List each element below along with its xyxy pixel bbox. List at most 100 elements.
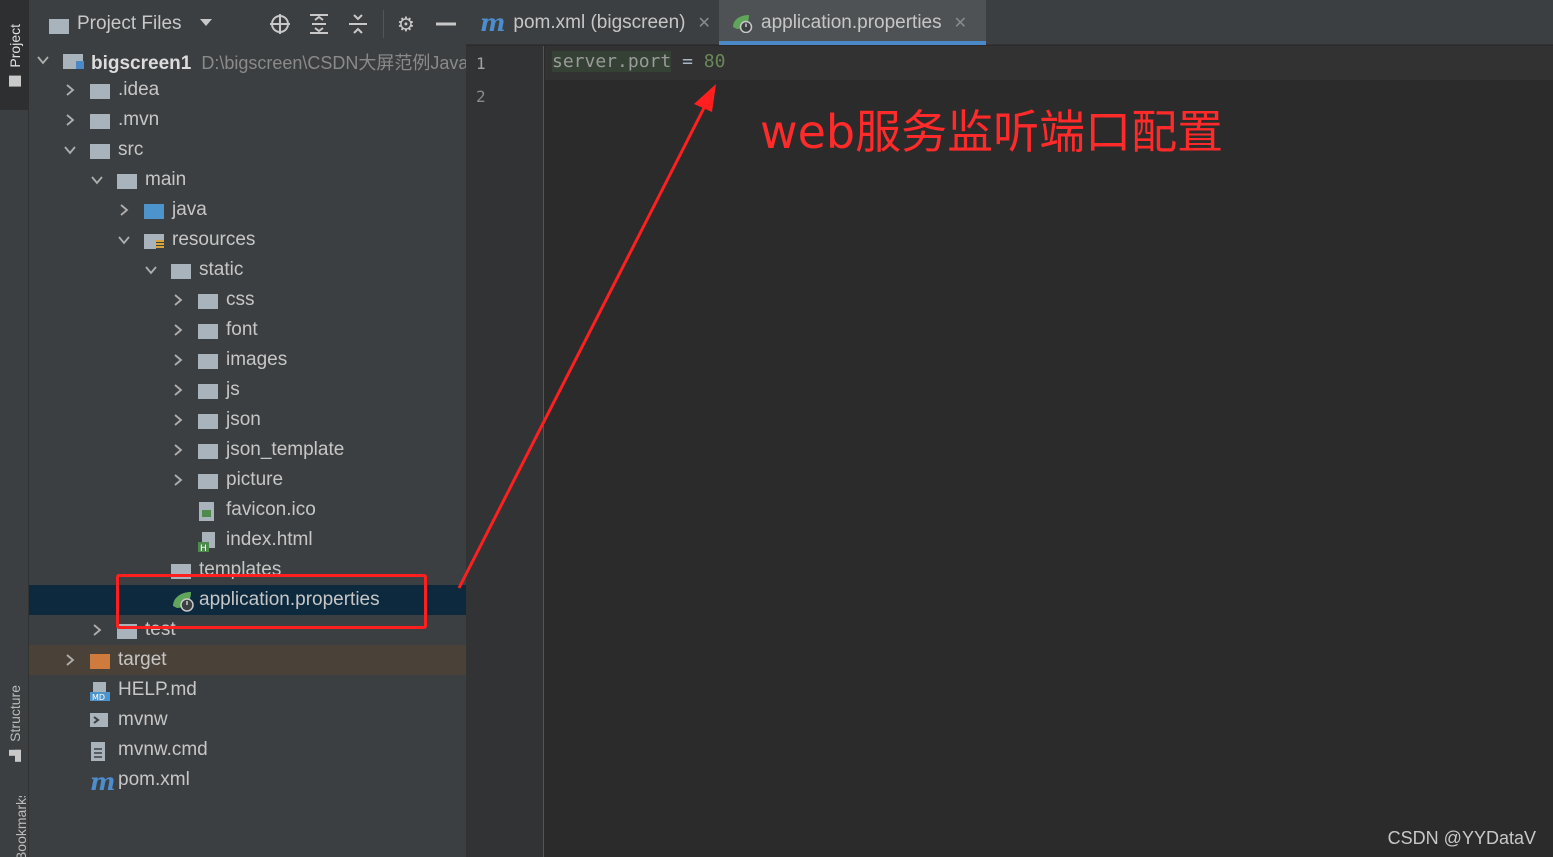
tree-item-label: mvnw <box>118 709 168 730</box>
terminal-file-icon <box>90 712 110 729</box>
spring-icon <box>731 13 753 33</box>
structure-icon <box>8 749 21 762</box>
tree-item-mvnw-cmd[interactable]: mvnw.cmd <box>29 735 466 765</box>
tree-item-label: resources <box>172 229 256 250</box>
editor-tab-bar: m pom.xml (bigscreen) ✕ application.prop… <box>466 0 1553 45</box>
text-file-icon <box>90 742 110 761</box>
tree-root-row[interactable]: bigscreen1 D:\bigscreen\CSDN大屏范例Java <box>29 45 466 75</box>
chevron-right-icon[interactable] <box>171 323 185 337</box>
tree-item-label: target <box>118 649 167 670</box>
tree-item-json[interactable]: json <box>29 405 466 435</box>
chevron-right-icon[interactable] <box>171 383 185 397</box>
tree-item-pom-xml[interactable]: m pom.xml <box>29 765 466 796</box>
tree-item-label: picture <box>226 469 284 490</box>
tree-item-label: css <box>226 289 255 310</box>
collapse-all-icon[interactable] <box>346 12 370 36</box>
editor-gutter: 1 2 <box>466 46 544 857</box>
tree-item-resources[interactable]: resources <box>29 225 466 255</box>
tree-item-target[interactable]: target <box>29 645 466 675</box>
tree-item-main[interactable]: main <box>29 165 466 195</box>
tree-item-css[interactable]: css <box>29 285 466 315</box>
tree-item-favicon-ico[interactable]: favicon.ico <box>29 495 466 525</box>
tab-pom-xml[interactable]: m pom.xml (bigscreen) ✕ <box>466 0 718 45</box>
code-line-1[interactable]: server.port = 80 <box>552 51 725 72</box>
chevron-down-icon[interactable] <box>36 53 50 67</box>
tree-item-label: font <box>226 319 258 340</box>
tree-item-label: index.html <box>226 529 313 550</box>
chevron-right-icon[interactable] <box>171 353 185 367</box>
chevron-down-icon[interactable] <box>63 143 77 157</box>
tab-application-properties[interactable]: application.properties ✕ <box>719 0 986 45</box>
chevron-right-icon[interactable] <box>171 443 185 457</box>
expand-all-icon[interactable] <box>307 12 331 36</box>
folder-icon <box>90 82 110 99</box>
tree-item-label: .mvn <box>118 109 160 130</box>
chevron-down-icon[interactable] <box>90 173 104 187</box>
tree-item-images[interactable]: images <box>29 345 466 375</box>
chevron-down-icon[interactable] <box>117 233 131 247</box>
folder-icon <box>198 382 218 399</box>
tree-item-json-template[interactable]: json_template <box>29 435 466 465</box>
folder-icon <box>198 322 218 339</box>
chevron-right-icon[interactable] <box>171 413 185 427</box>
chevron-down-icon[interactable] <box>200 19 212 26</box>
tree-item-mvn[interactable]: .mvn <box>29 105 466 135</box>
structure-tool-tab[interactable]: Structure <box>0 668 29 778</box>
tree-item-picture[interactable]: picture <box>29 465 466 495</box>
tree-item-label: favicon.ico <box>226 499 316 520</box>
minimize-icon[interactable] <box>434 12 458 36</box>
html-file-icon: H <box>198 532 218 554</box>
project-tool-tab[interactable]: Project <box>0 0 29 110</box>
tree-item-src[interactable]: src <box>29 135 466 165</box>
svg-text:H: H <box>200 544 207 552</box>
tab-label: application.properties <box>761 11 942 33</box>
tab-label: pom.xml (bigscreen) <box>513 11 686 33</box>
tree-item-label: java <box>172 199 207 220</box>
panel-title[interactable]: Project Files <box>77 13 182 35</box>
close-icon[interactable]: ✕ <box>954 13 967 33</box>
gear-icon[interactable]: ⚙ <box>394 12 418 36</box>
tool-window-strip: Project Structure Bookmarks <box>0 0 29 857</box>
bookmarks-tool-tab[interactable]: Bookmarks <box>0 796 29 857</box>
chevron-right-icon[interactable] <box>63 653 77 667</box>
chevron-down-icon[interactable] <box>144 263 158 277</box>
tree-item-index-html[interactable]: Hindex.html <box>29 525 466 555</box>
chevron-right-icon[interactable] <box>171 293 185 307</box>
chevron-right-icon[interactable] <box>63 113 77 127</box>
chevron-right-icon[interactable] <box>117 203 131 217</box>
chevron-right-icon[interactable] <box>63 83 77 97</box>
folder-icon <box>198 292 218 309</box>
line-number: 2 <box>476 87 486 106</box>
folder-icon <box>198 472 218 489</box>
tree-item-idea[interactable]: .idea <box>29 75 466 105</box>
tree-item-mvnw[interactable]: mvnw <box>29 705 466 735</box>
structure-tab-label: Structure <box>6 684 23 742</box>
folder-icon <box>49 17 69 34</box>
close-icon[interactable]: ✕ <box>698 13 711 33</box>
tree-item-label: mvnw.cmd <box>118 739 208 760</box>
resources-folder-icon <box>144 232 164 249</box>
folder-icon <box>198 442 218 459</box>
folder-icon <box>171 262 191 279</box>
tree-item-java[interactable]: java <box>29 195 466 225</box>
property-value: 80 <box>703 51 726 72</box>
maven-icon: m <box>90 767 116 796</box>
tree-item-label: main <box>145 169 187 190</box>
annotation-highlight-box <box>116 574 427 629</box>
folder-icon <box>198 412 218 429</box>
tree-item-help-md[interactable]: MD HELP.md <box>29 675 466 705</box>
svg-text:MD: MD <box>92 693 105 702</box>
tree-item-js[interactable]: js <box>29 375 466 405</box>
excluded-folder-icon <box>90 652 110 669</box>
chevron-right-icon[interactable] <box>171 473 185 487</box>
tree-item-label: src <box>118 139 144 160</box>
chevron-right-icon[interactable] <box>90 623 104 637</box>
locate-icon[interactable] <box>268 12 292 36</box>
tree-item-label: js <box>226 379 240 400</box>
tree-item-label: json <box>226 409 261 430</box>
tree-item-static[interactable]: static <box>29 255 466 285</box>
toolbar-divider <box>383 10 384 38</box>
tree-item-label: json_template <box>226 439 345 460</box>
code-editor[interactable]: server.port = 80 <box>545 46 1553 857</box>
tree-item-font[interactable]: font <box>29 315 466 345</box>
